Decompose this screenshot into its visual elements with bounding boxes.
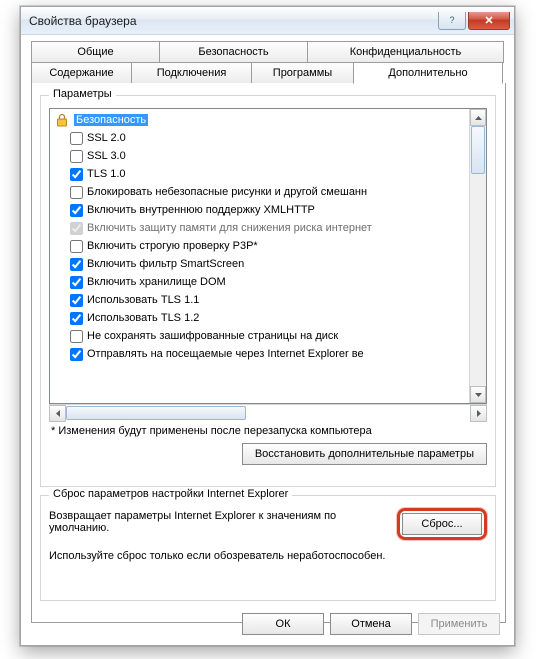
reset-highlight: Сброс... (397, 508, 487, 540)
tree-item-label: SSL 2.0 (87, 132, 126, 144)
dialog-window: Свойства браузера ? Общие Безопасность К… (20, 6, 515, 646)
svg-text:?: ? (449, 15, 454, 25)
tree-item-label: Блокировать небезопасные рисунки и друго… (87, 186, 367, 198)
tree-item-checkbox[interactable] (70, 258, 83, 271)
help-button[interactable]: ? (438, 12, 466, 30)
tree-item-label: Отправлять на посещаемые через Internet … (87, 348, 364, 360)
tree-item[interactable]: Включить строгую проверку P3P* (54, 237, 486, 255)
tab-page-advanced: Параметры Безопасность SSL 2.0 SSL 3.0 TLS … (31, 83, 506, 623)
tree-item-label: Включить внутреннюю поддержку XMLHTTP (87, 204, 315, 216)
cancel-button[interactable]: Отмена (330, 613, 412, 635)
hscroll-track[interactable] (66, 405, 470, 421)
tree-item[interactable]: TLS 1.0 (54, 165, 486, 183)
tab-security[interactable]: Безопасность (159, 41, 308, 63)
tab-strip: Общие Безопасность Конфиденциальность Со… (31, 41, 504, 85)
tree-category-label: Безопасность (74, 114, 148, 126)
tab-connections[interactable]: Подключения (131, 62, 252, 84)
restart-note: * Изменения будут применены после переза… (51, 425, 485, 437)
group-reset: Сброс параметров настройки Internet Expl… (40, 495, 496, 601)
tree-item-checkbox[interactable] (70, 276, 83, 289)
tree-item-label: Не сохранять зашифрованные страницы на д… (87, 330, 338, 342)
horizontal-scrollbar[interactable] (49, 404, 487, 421)
reset-button[interactable]: Сброс... (402, 513, 482, 535)
tree-item[interactable]: Включить хранилище DOM (54, 273, 486, 291)
tab-privacy[interactable]: Конфиденциальность (307, 41, 504, 63)
tree-item-checkbox[interactable] (70, 348, 83, 361)
dialog-buttons: ОК Отмена Применить (242, 613, 500, 635)
tree-item-checkbox[interactable] (70, 168, 83, 181)
scroll-left-button[interactable] (49, 405, 66, 422)
tree-item-checkbox[interactable] (70, 330, 83, 343)
close-button[interactable] (468, 12, 510, 30)
settings-tree[interactable]: Безопасность SSL 2.0 SSL 3.0 TLS 1.0 Блокиро… (49, 108, 487, 404)
tree-item-label: Включить защиту памяти для снижения риск… (87, 222, 372, 234)
group-parameters: Параметры БезопасностьSSL 2.0SSL 3.0TLS … (40, 95, 496, 487)
tree-item-checkbox[interactable] (70, 132, 83, 145)
scroll-up-button[interactable] (470, 109, 486, 126)
tab-programs[interactable]: Программы (251, 62, 354, 84)
window-title: Свойства браузера (29, 14, 436, 28)
tree-item-label: Включить строгую проверку P3P* (87, 240, 258, 252)
tree-item-checkbox[interactable] (70, 312, 83, 325)
scroll-right-button[interactable] (470, 405, 487, 422)
tree-item[interactable]: Не сохранять зашифрованные страницы на д… (54, 327, 486, 345)
restore-advanced-button[interactable]: Восстановить дополнительные параметры (242, 443, 487, 465)
group-reset-legend: Сброс параметров настройки Internet Expl… (49, 488, 292, 500)
scroll-thumb[interactable] (471, 126, 485, 174)
tree-item-checkbox[interactable] (70, 294, 83, 307)
tree-item-label: Включить хранилище DOM (87, 276, 226, 288)
tree-category-security[interactable]: Безопасность (54, 111, 486, 129)
tree-item-checkbox[interactable] (70, 240, 83, 253)
tree-item-checkbox[interactable] (70, 186, 83, 199)
reset-note: Используйте сброс только если обозревате… (49, 550, 487, 562)
tree-item[interactable]: SSL 3.0 (54, 147, 486, 165)
vertical-scrollbar[interactable] (469, 109, 486, 403)
tree-item-label: TLS 1.0 (87, 168, 126, 180)
tree-item-checkbox[interactable] (70, 150, 83, 163)
tree-item[interactable]: Блокировать небезопасные рисунки и друго… (54, 183, 486, 201)
tree-item-label: Использовать TLS 1.2 (87, 312, 199, 324)
tab-general[interactable]: Общие (31, 41, 160, 63)
scroll-down-button[interactable] (470, 386, 486, 403)
tree-item[interactable]: Использовать TLS 1.2 (54, 309, 486, 327)
tree-item-label: Включить фильтр SmartScreen (87, 258, 244, 270)
reset-description: Возвращает параметры Internet Explorer к… (49, 508, 389, 534)
hscroll-thumb[interactable] (66, 406, 246, 420)
tree-item[interactable]: SSL 2.0 (54, 129, 486, 147)
tree-item[interactable]: Использовать TLS 1.1 (54, 291, 486, 309)
tree-item[interactable]: Включить фильтр SmartScreen (54, 255, 486, 273)
tree-item[interactable]: Отправлять на посещаемые через Internet … (54, 345, 486, 363)
title-bar[interactable]: Свойства браузера ? (21, 7, 514, 35)
ok-button[interactable]: ОК (242, 613, 324, 635)
lock-icon (54, 112, 70, 128)
tab-advanced[interactable]: Дополнительно (353, 62, 503, 84)
tree-item[interactable]: Включить внутреннюю поддержку XMLHTTP (54, 201, 486, 219)
tree-item-label: Использовать TLS 1.1 (87, 294, 199, 306)
tree-item-checkbox (70, 222, 83, 235)
apply-button[interactable]: Применить (418, 613, 500, 635)
scroll-track[interactable] (470, 126, 486, 386)
tree-item-checkbox[interactable] (70, 204, 83, 217)
tab-content[interactable]: Содержание (31, 62, 132, 84)
group-parameters-legend: Параметры (49, 88, 116, 100)
tree-item-label: SSL 3.0 (87, 150, 126, 162)
tree-item[interactable]: Включить защиту памяти для снижения риск… (54, 219, 486, 237)
